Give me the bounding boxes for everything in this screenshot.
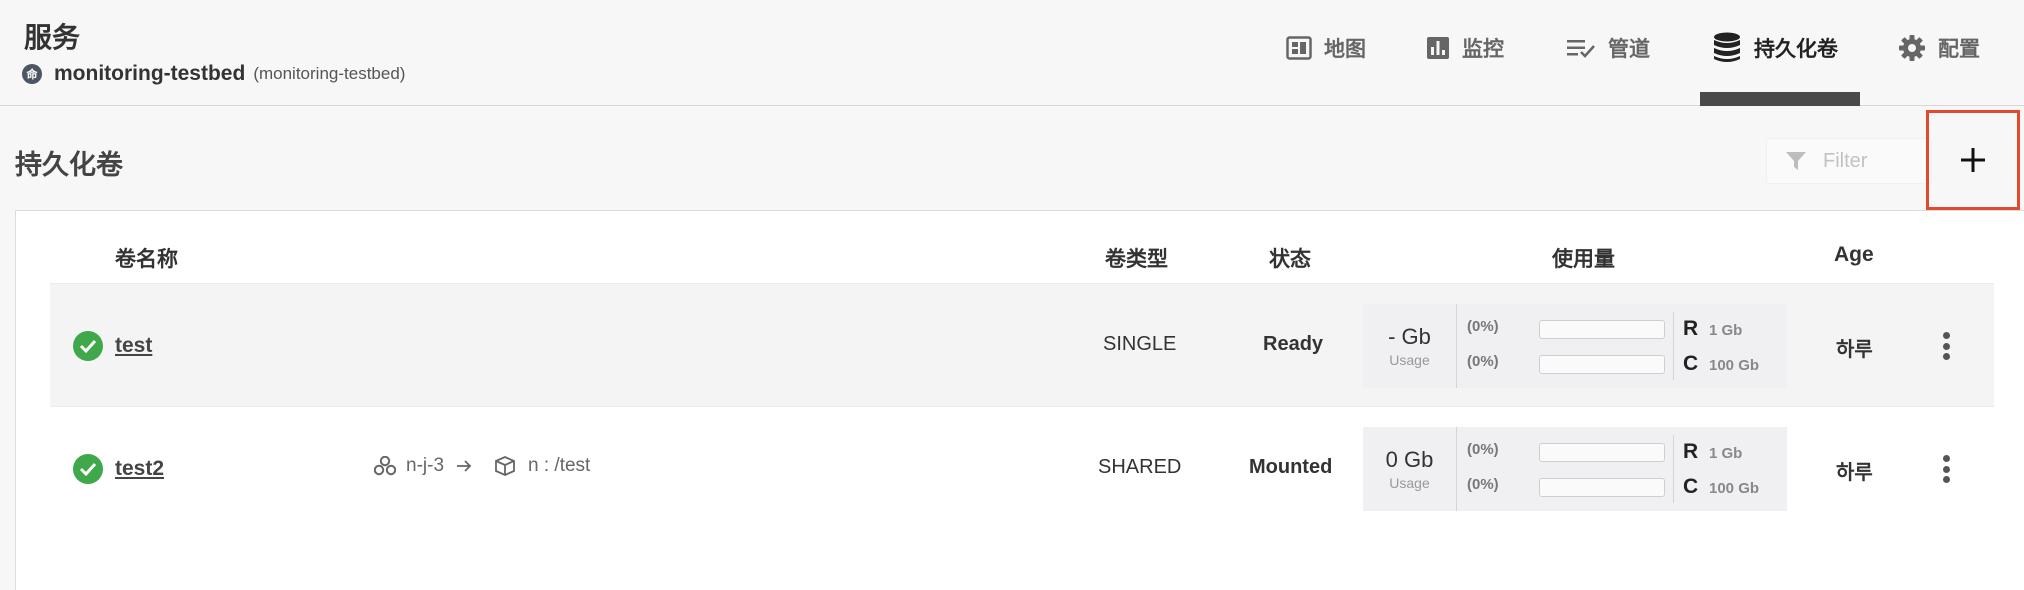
volume-age: 하루 xyxy=(1836,462,1873,484)
volume-name-cell: test2 xyxy=(73,454,164,484)
request-progress-bar xyxy=(1539,443,1665,462)
request-letter: R xyxy=(1683,317,1699,340)
filter-input[interactable] xyxy=(1823,149,1923,173)
capacity-size: 100 Gb xyxy=(1709,480,1760,497)
pipeline-icon xyxy=(1567,40,1595,58)
request-progress-bar xyxy=(1539,320,1665,339)
mount-node: n-j-3 xyxy=(406,455,445,476)
tab-pipeline[interactable]: 管道 xyxy=(1566,0,1696,106)
tab-config[interactable]: 配置 xyxy=(1898,0,2022,106)
volume-age: 하루 xyxy=(1836,339,1873,361)
volumes-table: 卷名称 卷类型 状态 使用量 Age test SINGLE Ready - G… xyxy=(15,210,2024,590)
tab-persistent-volumes-label: 持久化卷 xyxy=(1754,38,1838,61)
database-icon xyxy=(1714,32,1740,62)
filter-icon xyxy=(1786,152,1806,170)
usage-summary: 0 Gb Usage (0%) (0%) R 1 Gb C 100 Gb xyxy=(1363,427,1787,511)
filter-box[interactable] xyxy=(1766,138,1932,184)
capacity-percent: (0%) xyxy=(1467,476,1499,493)
column-header-name: 卷名称 xyxy=(115,248,178,271)
namespace-name: monitoring-testbed xyxy=(54,62,246,85)
usage-summary: - Gb Usage (0%) (0%) R 1 Gb C 100 Gb xyxy=(1363,304,1787,388)
service-header: 服务 命 monitoring-testbed (monitoring-test… xyxy=(0,0,2024,106)
request-size: 1 Gb xyxy=(1709,445,1743,462)
service-title: 服务 xyxy=(24,22,81,53)
namespace-info: 命 monitoring-testbed (monitoring-testbed… xyxy=(22,62,405,86)
check-circle-icon xyxy=(73,454,103,484)
row-menu-icon[interactable] xyxy=(1942,455,1950,483)
tab-monitor[interactable]: 监控 xyxy=(1426,0,1536,106)
column-header-age: Age xyxy=(1834,243,1874,266)
map-icon xyxy=(1286,36,1312,60)
tab-monitor-label: 监控 xyxy=(1462,38,1504,61)
capacity-progress-bar xyxy=(1539,355,1665,374)
row-menu-icon[interactable] xyxy=(1942,332,1950,360)
column-header-usage: 使用量 xyxy=(1552,248,1615,271)
tab-map-label: 地图 xyxy=(1324,38,1366,61)
volume-name-cell: test xyxy=(73,331,152,361)
arrow-right-icon xyxy=(457,460,472,472)
gear-icon xyxy=(1899,35,1925,61)
tab-map[interactable]: 地图 xyxy=(1286,0,1396,106)
check-circle-icon xyxy=(73,331,103,361)
capacity-size: 100 Gb xyxy=(1709,357,1760,374)
tab-config-label: 配置 xyxy=(1938,38,1980,61)
add-volume-button[interactable] xyxy=(1926,110,2020,210)
column-header-status: 状态 xyxy=(1269,248,1311,271)
volume-status: Ready xyxy=(1263,333,1324,355)
mount-info: n-j-3 n : /test xyxy=(374,455,590,477)
usage-value: - Gb xyxy=(1388,324,1431,349)
column-header-type: 卷类型 xyxy=(1105,248,1168,271)
table-row[interactable]: test SINGLE Ready - Gb Usage (0%) (0%) R… xyxy=(50,283,1994,407)
request-percent: (0%) xyxy=(1467,318,1499,335)
nodes-icon xyxy=(374,456,396,476)
box-icon xyxy=(495,456,515,476)
chart-icon xyxy=(1427,37,1449,59)
volume-name-link[interactable]: test2 xyxy=(115,457,164,481)
volume-name-link[interactable]: test xyxy=(115,334,152,358)
namespace-sub: (monitoring-testbed) xyxy=(253,64,406,83)
mount-path: n : /test xyxy=(528,455,591,476)
page-title: 持久化卷 xyxy=(15,150,123,180)
request-percent: (0%) xyxy=(1467,441,1499,458)
volume-type: SINGLE xyxy=(1103,333,1177,355)
usage-label: Usage xyxy=(1389,475,1430,491)
usage-value: 0 Gb xyxy=(1385,447,1434,472)
tab-persistent-volumes[interactable]: 持久化卷 xyxy=(1700,0,1860,106)
capacity-letter: C xyxy=(1683,352,1699,375)
plus-icon xyxy=(1961,148,1985,172)
usage-label: Usage xyxy=(1389,352,1430,368)
capacity-progress-bar xyxy=(1539,478,1665,497)
tab-pipeline-label: 管道 xyxy=(1608,38,1650,61)
capacity-letter: C xyxy=(1683,475,1699,498)
capacity-percent: (0%) xyxy=(1467,353,1499,370)
request-letter: R xyxy=(1683,440,1699,463)
table-row[interactable]: test2 n-j-3 n : /test SHARED Mounted 0 G… xyxy=(50,407,1994,531)
volume-status: Mounted xyxy=(1249,456,1333,478)
namespace-badge-icon: 命 xyxy=(22,64,42,84)
volume-type: SHARED xyxy=(1098,456,1182,478)
request-size: 1 Gb xyxy=(1709,322,1743,339)
